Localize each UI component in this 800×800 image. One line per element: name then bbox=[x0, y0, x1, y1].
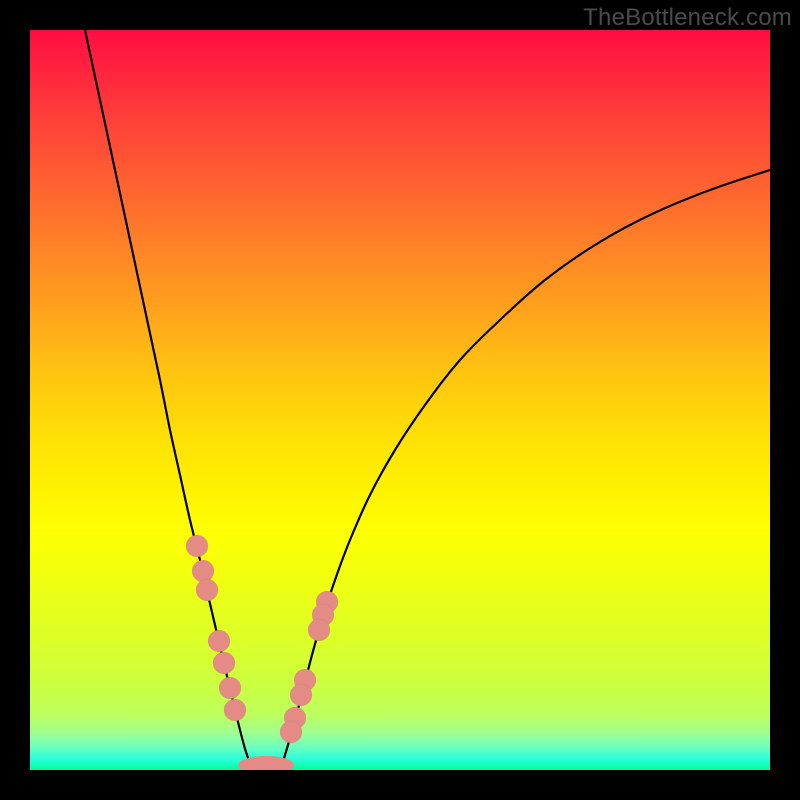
data-marker bbox=[213, 652, 235, 674]
data-marker bbox=[186, 535, 208, 557]
data-marker bbox=[280, 721, 302, 743]
watermark-text: TheBottleneck.com bbox=[583, 4, 792, 32]
data-marker bbox=[196, 579, 218, 601]
chart-frame: TheBottleneck.com bbox=[0, 0, 800, 800]
data-marker bbox=[192, 560, 214, 582]
data-marker bbox=[290, 684, 312, 706]
data-marker bbox=[308, 619, 330, 641]
chart-svg bbox=[30, 30, 770, 770]
right-curve bbox=[281, 170, 770, 768]
data-marker bbox=[224, 699, 246, 721]
data-marker bbox=[208, 630, 230, 652]
data-marker bbox=[219, 677, 241, 699]
bottom-pill bbox=[238, 756, 294, 770]
